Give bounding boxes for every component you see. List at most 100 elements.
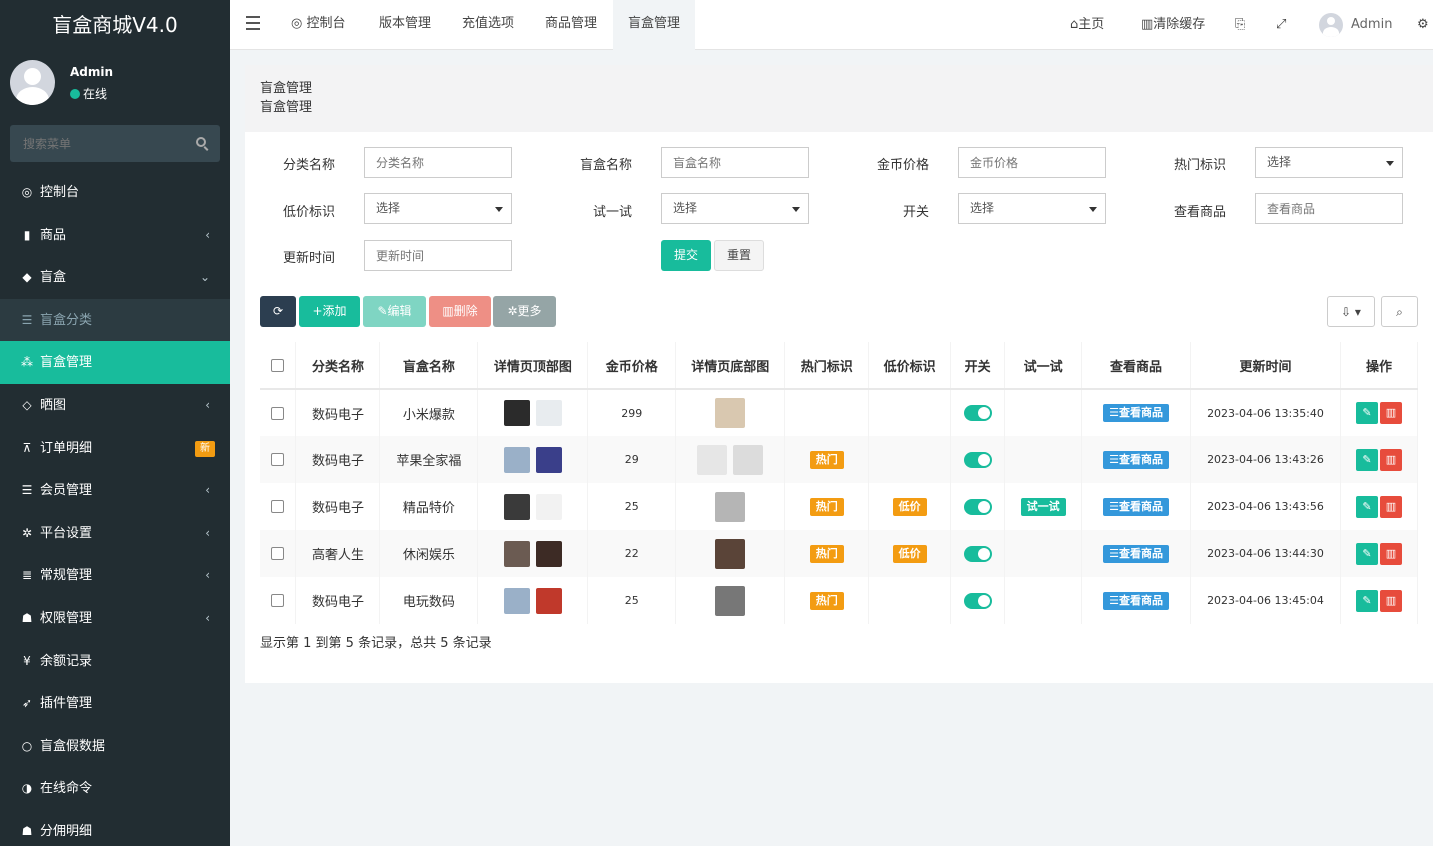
sidebar-item[interactable]: ¥ 余额记录 <box>0 640 230 683</box>
table-row[interactable]: 数码电子 精品特价 25 热门 低价 试一试 ☰查看商品 2023-04-06 13:43:5… <box>260 483 1419 530</box>
fullscreen-icon[interactable]: ⤢ <box>1276 0 1286 50</box>
filter-switch-select[interactable]: 选择 <box>958 193 1106 224</box>
row-edit-button[interactable]: ✎ <box>1355 495 1378 518</box>
col-category[interactable]: 分类名称 <box>295 342 381 390</box>
product-image[interactable] <box>715 398 746 428</box>
sidebar-toggle-icon[interactable] <box>246 16 260 34</box>
filter-category-input[interactable] <box>364 147 512 178</box>
sidebar-item[interactable]: ◆ 盲盒 ⌄ <box>0 256 230 299</box>
filter-view-input[interactable] <box>1255 193 1403 224</box>
translate-icon[interactable]: ⎘ <box>1235 0 1245 50</box>
product-image[interactable] <box>535 400 562 426</box>
product-image[interactable] <box>503 446 530 473</box>
sidebar-item[interactable]: ◇ 晒图 ‹ <box>0 384 230 427</box>
product-image[interactable] <box>535 587 562 614</box>
product-image[interactable] <box>535 540 562 567</box>
filter-trial-select[interactable]: 选择 <box>661 193 809 224</box>
col-trial[interactable]: 试一试 <box>1004 342 1083 390</box>
sidebar-item[interactable]: ☗ 权限管理 ‹ <box>0 597 230 640</box>
tab-dashboard[interactable]: ◎ 控制台 <box>276 0 361 50</box>
row-checkbox[interactable] <box>271 547 285 560</box>
product-image[interactable] <box>535 493 562 520</box>
product-image[interactable] <box>503 400 530 426</box>
settings-icon[interactable]: ⚙ <box>1417 0 1429 50</box>
product-image[interactable] <box>715 585 746 616</box>
reset-button[interactable]: 重置 <box>714 240 764 271</box>
table-row[interactable]: 数码电子 小米爆款 299 ☰查看商品 2023-04-06 13:35:40 ✎ ▥ <box>260 389 1419 436</box>
sidebar-item[interactable]: ➶ 插件管理 <box>0 682 230 725</box>
brand-logo[interactable]: 盲盒商城V4.0 <box>0 0 230 50</box>
user-menu[interactable]: Admin <box>1319 0 1392 50</box>
product-image[interactable] <box>715 538 746 569</box>
row-delete-button[interactable]: ▥ <box>1379 495 1402 518</box>
more-button[interactable]: ✲更多 <box>493 296 556 327</box>
product-image[interactable] <box>715 491 746 522</box>
product-image[interactable] <box>697 444 728 475</box>
table-row[interactable]: 数码电子 电玩数码 25 热门 ☰查看商品 2023-04-06 13:45:04 ✎ ▥ <box>260 577 1419 624</box>
table-row[interactable]: 数码电子 苹果全家福 29 热门 ☰查看商品 2023-04-06 13:43:26 ✎ ▥ <box>260 436 1419 483</box>
status-toggle[interactable] <box>963 451 992 468</box>
view-products-button[interactable]: ☰查看商品 <box>1103 497 1169 516</box>
search-icon[interactable] <box>196 137 206 147</box>
table-row[interactable]: 高奢人生 休闲娱乐 22 热门 低价 ☰查看商品 2023-04-06 13:44:30 ✎ ▥ <box>260 530 1419 577</box>
sidebar-item[interactable]: ≣ 常规管理 ‹ <box>0 554 230 597</box>
view-products-button[interactable]: ☰查看商品 <box>1103 544 1169 563</box>
sidebar-item[interactable]: ○ 盲盒假数据 <box>0 725 230 768</box>
product-image[interactable] <box>503 493 530 520</box>
filter-low-select[interactable]: 选择 <box>364 193 512 224</box>
clear-cache-button[interactable]: ▥清除缓存 <box>1141 0 1205 50</box>
sidebar-item[interactable]: ☰ 盲盒分类 <box>0 298 230 342</box>
sidebar-item[interactable]: ▮ 商品 ‹ <box>0 214 230 257</box>
col-name[interactable]: 盲盒名称 <box>379 342 479 390</box>
status-toggle[interactable] <box>963 405 992 421</box>
row-edit-button[interactable]: ✎ <box>1355 542 1378 565</box>
col-price[interactable]: 金币价格 <box>587 342 677 390</box>
delete-button[interactable]: ▥删除 <box>429 296 491 327</box>
col-view[interactable]: 查看商品 <box>1081 342 1192 390</box>
row-checkbox[interactable] <box>271 594 285 607</box>
row-checkbox[interactable] <box>271 500 285 513</box>
filter-price-input[interactable] <box>958 147 1106 178</box>
row-delete-button[interactable]: ▥ <box>1379 589 1402 612</box>
row-checkbox[interactable] <box>271 453 285 466</box>
filter-hot-select[interactable]: 选择 <box>1255 147 1403 178</box>
add-button[interactable]: +添加 <box>299 296 360 327</box>
row-edit-button[interactable]: ✎ <box>1355 589 1378 612</box>
filter-name-input[interactable] <box>661 147 809 178</box>
status-toggle[interactable] <box>963 545 992 562</box>
sidebar-item[interactable]: ☰ 会员管理 ‹ <box>0 469 230 512</box>
row-delete-button[interactable]: ▥ <box>1379 542 1402 565</box>
sidebar-item[interactable]: ◎ 控制台 <box>0 171 230 214</box>
row-edit-button[interactable]: ✎ <box>1355 402 1378 424</box>
col-hot[interactable]: 热门标识 <box>784 342 870 390</box>
filter-updated-input[interactable] <box>364 240 512 271</box>
status-toggle[interactable] <box>963 498 992 515</box>
tab-recharge[interactable]: 充值选项 <box>447 0 529 50</box>
tab-products[interactable]: 商品管理 <box>530 0 612 50</box>
sidebar-item[interactable]: ⁂ 盲盒管理 <box>0 341 230 384</box>
home-link[interactable]: ⌂主页 <box>1070 0 1104 50</box>
product-image[interactable] <box>733 444 764 475</box>
row-edit-button[interactable]: ✎ <box>1355 448 1378 471</box>
refresh-button[interactable]: ⟳ <box>260 296 296 327</box>
view-products-button[interactable]: ☰查看商品 <box>1103 404 1169 422</box>
sidebar-search-input[interactable] <box>10 125 190 162</box>
tab-version[interactable]: 版本管理 <box>364 0 446 50</box>
col-updated[interactable]: 更新时间 <box>1190 342 1341 390</box>
sidebar-item[interactable]: ✲ 平台设置 ‹ <box>0 512 230 555</box>
sidebar-item[interactable]: ◑ 在线命令 <box>0 767 230 810</box>
col-top-image[interactable]: 详情页顶部图 <box>477 342 589 390</box>
product-image[interactable] <box>503 587 530 614</box>
status-toggle[interactable] <box>963 592 992 609</box>
export-button[interactable]: ⇩ ▾ <box>1327 296 1375 327</box>
view-products-button[interactable]: ☰查看商品 <box>1103 591 1169 610</box>
sidebar-item[interactable]: ☗ 分佣明细 <box>0 810 230 846</box>
col-switch[interactable]: 开关 <box>950 342 1006 390</box>
edit-button[interactable]: ✎编辑 <box>363 296 426 327</box>
tab-blindbox[interactable]: 盲盒管理 <box>613 0 696 50</box>
search-toggle-button[interactable]: ⌕ <box>1381 296 1418 327</box>
product-image[interactable] <box>503 540 530 567</box>
col-low[interactable]: 低价标识 <box>868 342 952 390</box>
product-image[interactable] <box>535 446 562 473</box>
submit-button[interactable]: 提交 <box>661 240 711 271</box>
